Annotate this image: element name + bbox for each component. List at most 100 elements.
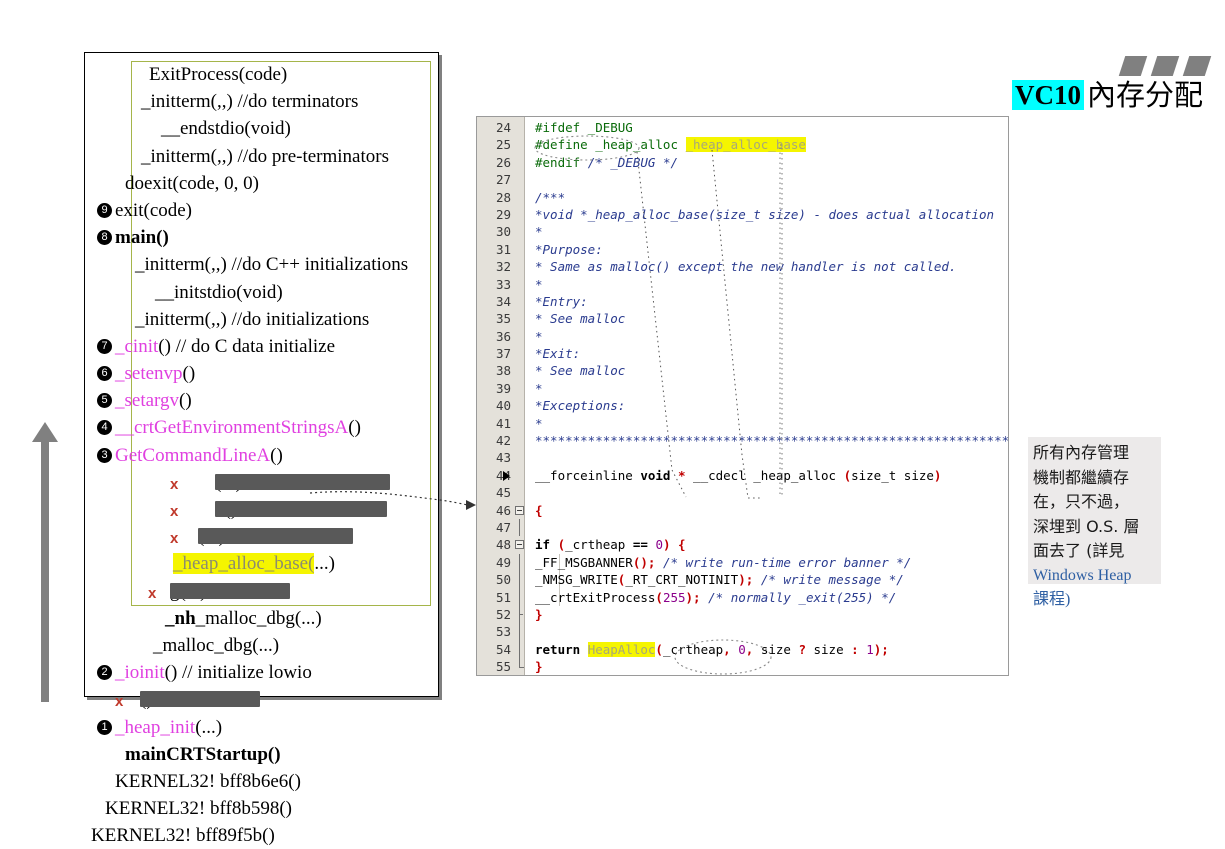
line-number: 26: [495, 154, 511, 170]
code-token: _NMSG_WRITE: [535, 572, 618, 588]
code-token: (: [843, 467, 852, 483]
call-stack-list: ExitProcess(code) _initterm(,,) //do term…: [85, 61, 440, 849]
fold-guide-end: [519, 658, 524, 669]
code-token: *Entry:: [535, 293, 588, 309]
code-text: * Same as malloc() except the new handle…: [535, 258, 956, 275]
code-token: 0: [738, 641, 746, 657]
code-line: 53: [477, 623, 1008, 641]
call-stack-frame-label: ExitProcess(code): [149, 64, 288, 85]
call-stack-frame-label: KERNEL32! bff8b6e6(): [115, 770, 301, 792]
call-stack-frame: KERNEL32! bff8b598(): [85, 795, 440, 822]
code-text: *: [535, 276, 543, 293]
call-stack-frame: KERNEL32! bff8b6e6(): [85, 768, 440, 795]
redaction-bar: [140, 691, 260, 708]
code-token: (: [655, 589, 663, 605]
code-token: /* _DEBUG */: [587, 154, 678, 170]
code-token: *: [678, 467, 686, 483]
call-stack-frame: _initterm(,,) //do terminators: [85, 88, 440, 115]
code-token: (: [557, 537, 566, 553]
slide-title-text: 內存分配: [1087, 78, 1204, 112]
code-text: *Exceptions:: [535, 397, 625, 414]
code-text: #endif /* _DEBUG */: [535, 154, 678, 171]
line-number: 52: [495, 606, 511, 622]
code-line: 37 *Exit:: [477, 345, 1008, 362]
code-token: *: [535, 415, 543, 431]
code-token: * See malloc: [535, 363, 626, 379]
note-link-line[interactable]: 課程): [1033, 588, 1156, 613]
call-stack-frame-label: mainCRTStartup(): [125, 743, 281, 765]
call-stack-frame: 1 _heap_init(...): [85, 714, 440, 741]
code-line: 50 _NMSG_WRITE(_RT_CRT_NOTINIT); /* writ…: [477, 571, 1008, 589]
code-text: *: [535, 328, 543, 345]
line-number: 53: [495, 624, 511, 640]
code-token: :: [851, 641, 859, 657]
code-token: 1: [866, 641, 874, 657]
fold-guide-line: [519, 553, 520, 572]
code-text: *: [535, 223, 543, 240]
code-token: ();: [632, 554, 656, 570]
call-stack-frame: x(): [85, 686, 440, 713]
code-line: 43: [477, 449, 1008, 466]
line-number: 43: [495, 450, 511, 466]
excluded-marker-icon: x: [115, 693, 124, 711]
line-number: 54: [495, 641, 511, 657]
source-code-viewer[interactable]: 24 #ifdef _DEBUG 25 #define _heap_alloc _he…: [476, 116, 1009, 676]
line-number: 41: [495, 415, 511, 431]
line-number: 40: [495, 398, 511, 414]
line-number: 33: [495, 276, 511, 292]
code-text: * See malloc: [535, 362, 625, 379]
code-token: #ifdef _DEBUG: [535, 120, 633, 135]
leader-arrowhead: [466, 500, 476, 510]
call-stack-frame-label: _heap_init(...): [115, 716, 223, 738]
code-token: {: [678, 537, 686, 553]
code-token: }: [535, 659, 543, 675]
code-text: * See malloc: [535, 310, 625, 327]
code-token: ==: [632, 537, 648, 553]
code-token: *: [535, 276, 543, 292]
step-badge-7: 7: [97, 338, 112, 354]
code-line: 38 * See malloc: [477, 362, 1008, 379]
step-badge-1: 1: [97, 719, 112, 735]
slide-title: VC10 內存分配: [1012, 80, 1203, 110]
call-stack-frame: mainCRTStartup(): [85, 741, 440, 768]
call-stack-frame-label: main(): [115, 227, 169, 249]
code-line: 51 __crtExitProcess(255); /* normally _e…: [477, 588, 1008, 606]
call-stack-frame-label: __endstdio(void): [161, 118, 291, 140]
note-link-line[interactable]: Windows Heap: [1033, 564, 1156, 589]
code-token: );: [685, 589, 701, 605]
code-line: 35 * See malloc: [477, 310, 1008, 327]
call-stack-frame-label: _malloc_dbg(...): [153, 634, 280, 656]
code-line: 47: [477, 518, 1008, 537]
line-number: 24: [495, 120, 511, 135]
code-token: }: [535, 606, 543, 622]
code-text: _FF_MSGBANNER(); /* write run-time error…: [535, 554, 911, 571]
code-text: __forceinline void * __cdecl _heap_alloc…: [535, 467, 941, 484]
fold-toggle-icon[interactable]: [515, 540, 524, 550]
line-number: 45: [495, 485, 511, 501]
slide-title-badge: VC10: [1012, 80, 1084, 110]
call-stack-frame: 5 _setargv(): [85, 387, 440, 414]
note-line: 在，只不過，: [1033, 492, 1130, 511]
code-token: /***: [535, 189, 566, 205]
call-stack-frame: x(...): [85, 469, 440, 496]
code-token: size: [753, 641, 799, 657]
excluded-marker-icon: x: [170, 475, 179, 493]
code-line: 32 * Same as malloc() except the new hand…: [477, 258, 1008, 275]
fold-toggle-icon[interactable]: [515, 505, 524, 515]
code-line: 52 }: [477, 605, 1008, 624]
call-stack-frame: _malloc_dbg(...): [85, 632, 440, 659]
fold-guide-line: [519, 640, 520, 659]
line-number: 46: [495, 502, 511, 518]
step-badge-9: 9: [97, 202, 112, 218]
code-token: *Exit:: [535, 346, 581, 362]
line-number: 31: [495, 241, 511, 257]
code-token: _RT_CRT_NOTINIT: [625, 572, 739, 588]
code-line: 39 *: [477, 380, 1008, 397]
step-badge-8: 8: [97, 230, 112, 246]
call-stack-frame: 7 _cinit() // do C data initialize: [85, 333, 440, 360]
call-stack-frame: 6 _setenvp(): [85, 360, 440, 387]
call-stack-frame-label: _heap_alloc_base(...): [173, 553, 335, 575]
code-token: );: [738, 572, 754, 588]
code-line: 24 #ifdef _DEBUG: [477, 119, 1008, 136]
